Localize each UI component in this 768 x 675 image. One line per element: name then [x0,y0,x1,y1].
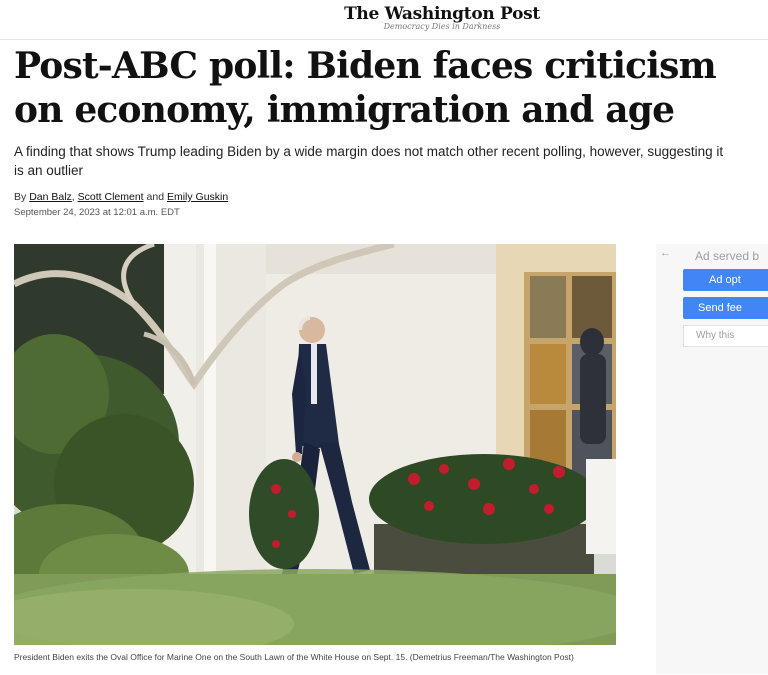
why-this-ad-button[interactable]: Why this [683,325,768,347]
masthead-tagline: Democracy Dies in Darkness [383,22,501,31]
author-link-dan-balz[interactable]: Dan Balz [29,191,72,203]
lead-photo[interactable] [14,244,616,645]
washington-post-logo[interactable]: The Washington Post [0,4,768,24]
article-headline: Post-ABC poll: Biden faces criticism on … [14,45,717,131]
byline-and: and [146,191,165,203]
masthead: The Washington Post Democracy Dies in Da… [0,0,768,40]
article-subheadline: A finding that shows Trump leading Biden… [14,144,724,178]
photo-caption: President Biden exits the Oval Office fo… [14,652,574,662]
byline-comma: , [71,191,75,203]
send-feedback-button[interactable]: Send fee [683,297,768,319]
author-link-scott-clement[interactable]: Scott Clement [78,191,144,203]
ad-options-button[interactable]: Ad opt [683,269,768,291]
byline: By Dan Balz, Scott Clement and Emily Gus… [14,191,228,203]
author-link-emily-guskin[interactable]: Emily Guskin [167,191,228,203]
byline-prefix: By [14,191,27,203]
ad-choices-panel: ← Ad served b Ad opt Send fee Why this [656,244,768,674]
ad-served-by-label: Ad served b [695,249,760,263]
article-dateline: September 24, 2023 at 12:01 a.m. EDT [14,207,180,218]
back-arrow-icon[interactable]: ← [660,247,671,259]
lead-photo-illustration [14,244,616,645]
